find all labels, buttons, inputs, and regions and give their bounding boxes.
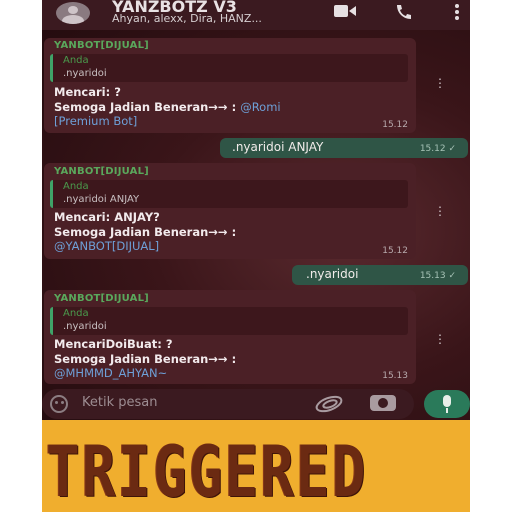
mention-link[interactable]: @YANBOT[DIJUAL]	[54, 239, 159, 253]
message-line: MencariDoiBuat: ?	[54, 337, 173, 351]
chat-header[interactable]: YANZBOTZ V3 Ahyan, alexx, Dira, HANZ...	[42, 0, 470, 30]
quoted-text: .nyaridoi ANJAY	[63, 194, 140, 205]
video-call-icon[interactable]	[334, 4, 356, 21]
incoming-message[interactable]: YANBOT[DIJUAL] Anda .nyaridoi ANJAY Menc…	[44, 163, 416, 259]
message-line: Mencari: ?	[54, 85, 121, 99]
avatar-body	[62, 15, 84, 24]
triggered-banner: TRIGGERED	[42, 420, 470, 512]
phone-icon[interactable]	[394, 4, 414, 23]
mention-link[interactable]: @Romi	[240, 100, 280, 114]
camera-icon[interactable]	[370, 395, 396, 411]
quoted-sender: Anda	[63, 55, 89, 66]
message-line: Semoga Jadian Beneran→→ : @Romi	[54, 100, 281, 114]
message-time: 15.13 ✓	[419, 271, 456, 281]
message-time: 15.12	[382, 120, 408, 130]
message-options-icon[interactable]: ⋮	[434, 332, 446, 346]
quoted-text: .nyaridoi	[63, 321, 107, 332]
avatar-head	[68, 6, 78, 14]
message-line: Semoga Jadian Beneran→→ :	[54, 225, 237, 239]
group-avatar[interactable]	[56, 2, 90, 24]
message-sender: YANBOT[DIJUAL]	[54, 293, 149, 304]
attach-icon[interactable]	[314, 395, 344, 417]
message-time: 15.12	[382, 246, 408, 256]
mic-icon[interactable]	[424, 390, 470, 418]
quoted-message[interactable]: Anda .nyaridoi ANJAY	[50, 180, 408, 208]
mention-link[interactable]: @MHMMD_AHYAN~	[54, 366, 167, 380]
message-sender: YANBOT[DIJUAL]	[54, 40, 149, 51]
quoted-message[interactable]: Anda .nyaridoi	[50, 307, 408, 335]
incoming-message[interactable]: YANBOT[DIJUAL] Anda .nyaridoi MencariDoi…	[44, 290, 416, 384]
quoted-sender: Anda	[63, 308, 89, 319]
outgoing-message[interactable]: .nyaridoi ANJAY 15.12 ✓	[220, 138, 468, 158]
message-time: 15.12 ✓	[419, 144, 456, 154]
quoted-sender: Anda	[63, 181, 89, 192]
incoming-message[interactable]: YANBOT[DIJUAL] Anda .nyaridoi Mencari: ?…	[44, 38, 416, 133]
more-vert-icon[interactable]	[454, 3, 460, 24]
message-line: Mencari: ANJAY?	[54, 210, 160, 224]
emoji-icon[interactable]	[50, 395, 68, 413]
message-text: Semoga Jadian Beneran→→ :	[54, 100, 241, 114]
message-text: .nyaridoi ANJAY	[232, 140, 324, 154]
message-line: Semoga Jadian Beneran→→ :	[54, 352, 237, 366]
quoted-message[interactable]: Anda .nyaridoi	[50, 54, 408, 82]
message-composer[interactable]: Ketik pesan	[42, 389, 414, 419]
message-input[interactable]: Ketik pesan	[82, 395, 157, 410]
chat-screen: YANZBOTZ V3 Ahyan, alexx, Dira, HANZ... …	[42, 0, 470, 512]
outgoing-message[interactable]: .nyaridoi 15.13 ✓	[292, 265, 468, 285]
banner-text: TRIGGERED	[46, 432, 368, 512]
message-time: 15.13	[382, 371, 408, 381]
message-sender: YANBOT[DIJUAL]	[54, 166, 149, 177]
message-options-icon[interactable]: ⋮	[434, 76, 446, 90]
chat-participants[interactable]: Ahyan, alexx, Dira, HANZ...	[112, 12, 262, 25]
quoted-text: .nyaridoi	[63, 68, 107, 79]
message-options-icon[interactable]: ⋮	[434, 204, 446, 218]
message-text: .nyaridoi	[306, 267, 359, 281]
mention-link[interactable]: [Premium Bot]	[54, 114, 137, 128]
